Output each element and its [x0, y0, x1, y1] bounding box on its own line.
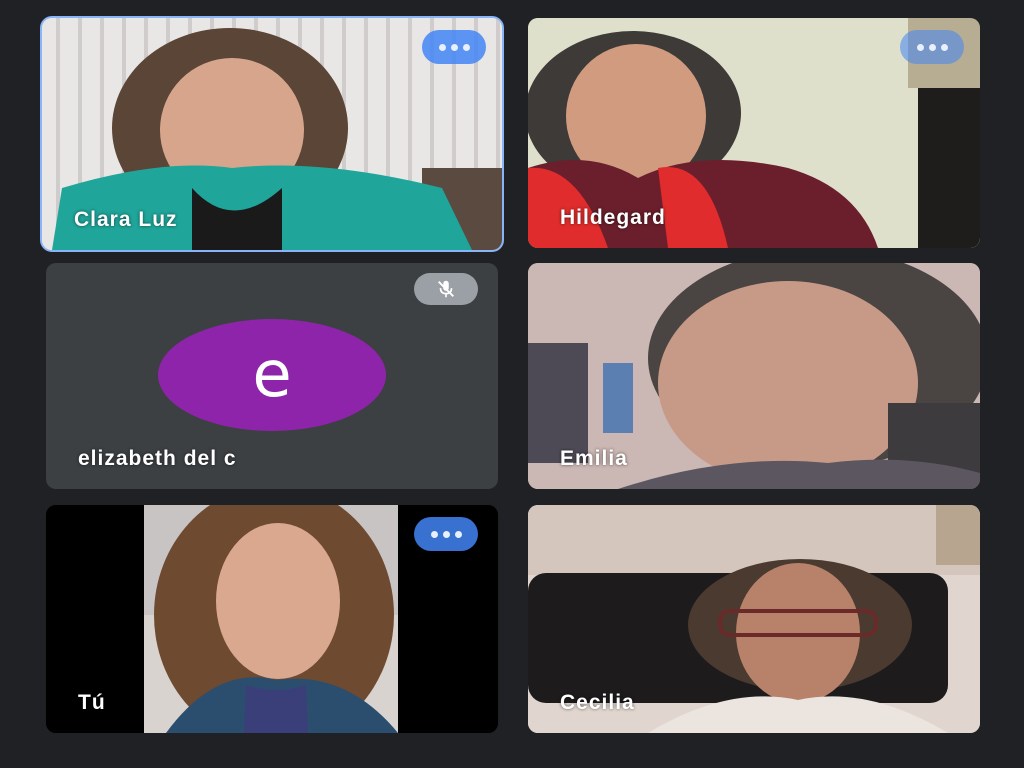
- participant-name: Clara Luz: [74, 208, 178, 231]
- more-options-button[interactable]: [900, 30, 964, 64]
- more-options-icon: [438, 43, 446, 51]
- meeting-grid: Clara Luz Hildegard e elizabeth del c Em…: [0, 0, 1024, 768]
- participant-name: Emilia: [560, 447, 628, 470]
- participant-name: Hildegard: [560, 206, 666, 229]
- participant-tile-self[interactable]: Tú: [46, 505, 498, 733]
- participant-name: Cecilia: [560, 691, 635, 714]
- participant-tile-clara-luz[interactable]: Clara Luz: [40, 16, 504, 252]
- mic-off-icon: [438, 280, 454, 298]
- participant-tile-emilia[interactable]: Emilia: [528, 263, 980, 489]
- participant-name: Tú: [78, 691, 106, 714]
- more-options-button[interactable]: [422, 30, 486, 64]
- participant-name: elizabeth del c: [78, 447, 237, 470]
- mic-off-indicator: [414, 273, 478, 305]
- more-options-icon: [916, 43, 924, 51]
- participant-tile-elizabeth[interactable]: e elizabeth del c: [46, 263, 498, 489]
- more-options-icon: [430, 530, 438, 538]
- avatar: e: [158, 319, 386, 431]
- participant-tile-cecilia[interactable]: Cecilia: [528, 505, 980, 733]
- participant-tile-hildegard[interactable]: Hildegard: [528, 18, 980, 248]
- more-options-button[interactable]: [414, 517, 478, 551]
